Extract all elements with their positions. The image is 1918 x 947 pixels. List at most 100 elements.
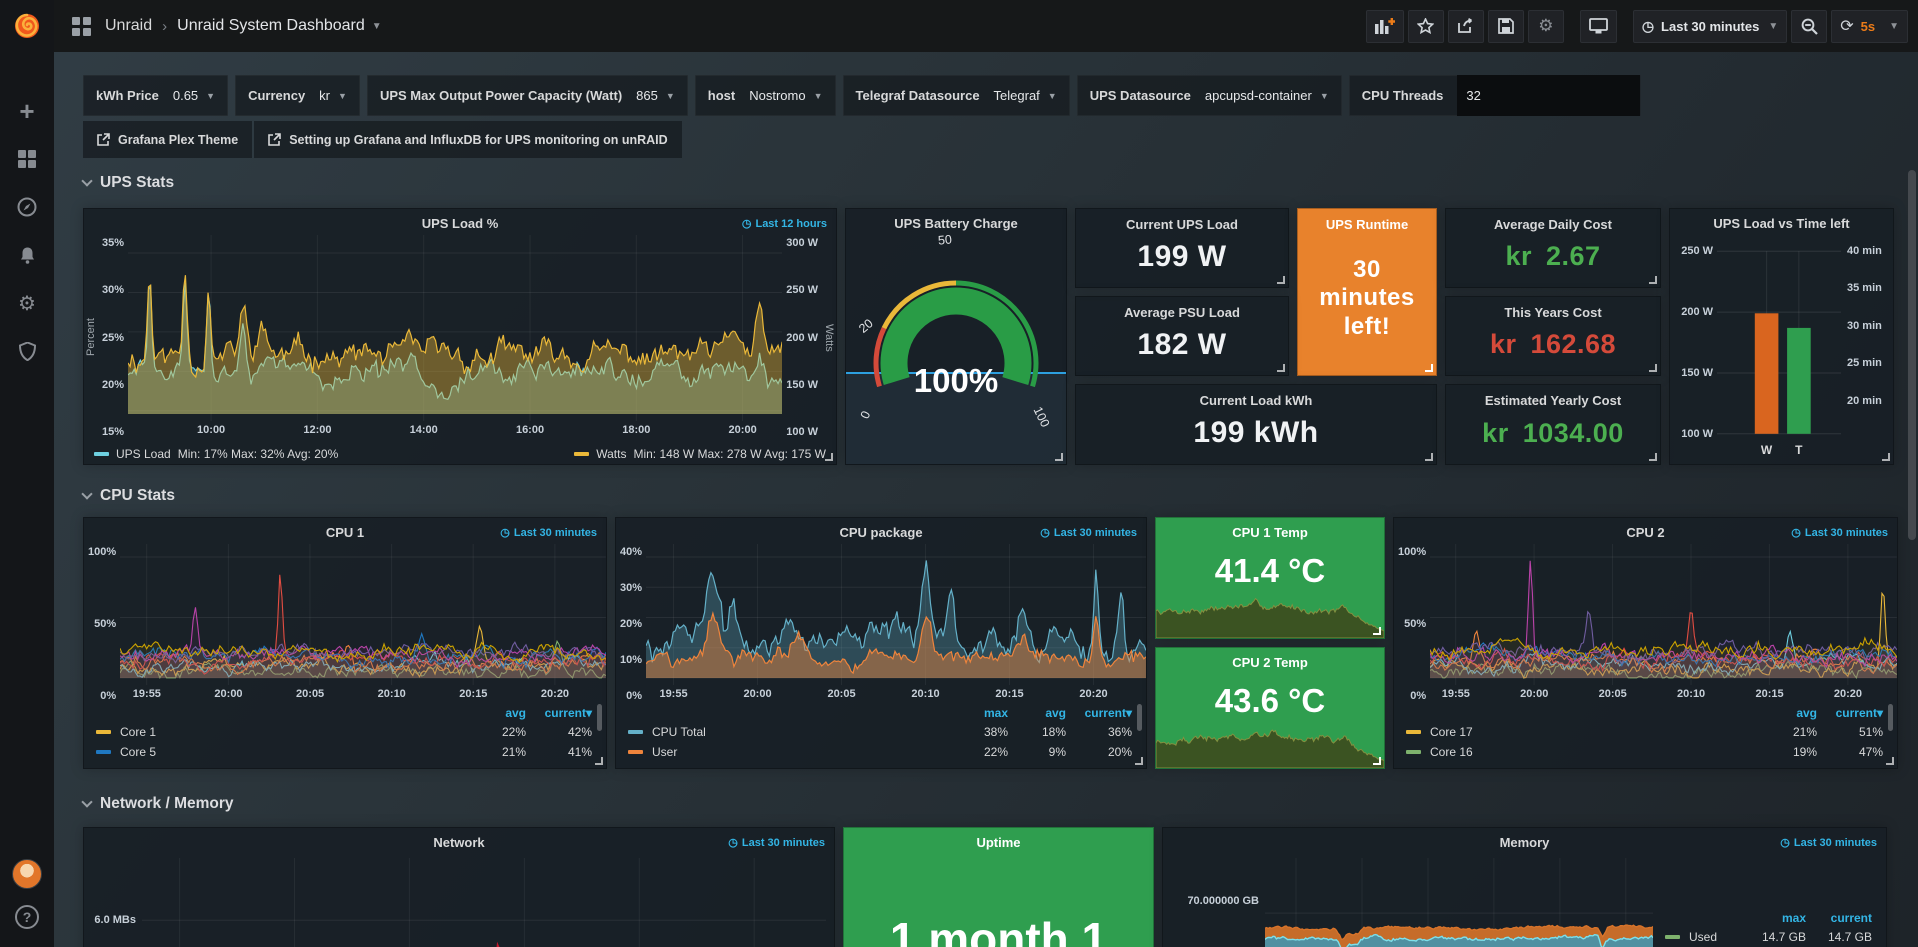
legend-col-header[interactable]: avg: [1759, 706, 1817, 720]
cpu2-chart[interactable]: [1430, 544, 1897, 685]
zoom-out-button[interactable]: [1791, 10, 1827, 43]
time-range-badge[interactable]: ◷ Last 12 hours: [742, 217, 827, 230]
y-tick: 20%: [102, 379, 124, 391]
star-button[interactable]: [1408, 10, 1444, 43]
time-range-badge[interactable]: ◷Last 30 minutes: [1791, 526, 1888, 539]
legend-row[interactable]: Core 1 22% 42%: [96, 722, 592, 742]
panel-title[interactable]: UPS Battery Charge: [846, 209, 1066, 231]
panel-title[interactable]: UPS Load %: [84, 209, 836, 231]
legend-col-header[interactable]: current▾: [1066, 706, 1132, 720]
cpu-package-chart[interactable]: [646, 544, 1146, 685]
link-grafana-plex-theme[interactable]: Grafana Plex Theme: [83, 121, 252, 158]
section-network-memory[interactable]: Network / Memory: [83, 787, 1898, 821]
dashboard-grid-icon[interactable]: [72, 17, 91, 36]
var-currency[interactable]: Currency kr ▼: [235, 75, 360, 116]
share-button[interactable]: [1448, 10, 1484, 43]
legend-col-header[interactable]: current: [1806, 911, 1872, 925]
var-ups-max-output[interactable]: UPS Max Output Power Capacity (Watt) 865…: [367, 75, 688, 116]
legend-col-header[interactable]: avg: [1008, 706, 1066, 720]
panel-title[interactable]: UPS Runtime: [1326, 209, 1408, 232]
refresh-button[interactable]: ⟳ 5s ▼: [1831, 10, 1908, 43]
stat-value: kr 2.67: [1505, 232, 1600, 287]
section-ups-stats[interactable]: UPS Stats: [83, 166, 1898, 200]
panel-title[interactable]: Average Daily Cost: [1494, 209, 1612, 232]
legend-watts[interactable]: Watts Min: 148 W Max: 278 W Avg: 175 W: [574, 447, 826, 461]
legend-scrollbar[interactable]: [597, 704, 602, 731]
legend-value: 36%: [1066, 725, 1132, 739]
grafana-logo[interactable]: [0, 0, 54, 52]
var-host[interactable]: host Nostromo ▼: [695, 75, 836, 116]
ups-bars-chart[interactable]: [1717, 237, 1841, 442]
title-caret-icon[interactable]: ▼: [372, 21, 382, 32]
server-admin-shield-icon[interactable]: [16, 340, 38, 362]
x-tick: 20:00: [214, 688, 242, 700]
memory-chart[interactable]: [1265, 858, 1653, 947]
legend-col-header[interactable]: current▾: [1817, 706, 1883, 720]
save-button[interactable]: [1488, 10, 1524, 43]
time-range-badge[interactable]: ◷Last 30 minutes: [728, 836, 825, 849]
time-range-badge[interactable]: ◷Last 30 minutes: [1780, 836, 1877, 849]
panel-title[interactable]: Memory: [1163, 828, 1886, 850]
alerting-bell-icon[interactable]: [16, 244, 38, 266]
time-range-picker[interactable]: ◷ Last 30 minutes ▼: [1633, 10, 1787, 43]
section-cpu-stats[interactable]: CPU Stats: [83, 479, 1898, 513]
var-telegraf-datasource[interactable]: Telegraf Datasource Telegraf ▼: [843, 75, 1070, 116]
cpu-threads-input[interactable]: [1457, 75, 1640, 116]
x-tick: 19:55: [659, 688, 687, 700]
var-ups-datasource[interactable]: UPS Datasource apcupsd-container ▼: [1077, 75, 1342, 116]
panel-title[interactable]: Current Load kWh: [1200, 385, 1313, 408]
tv-cycle-button[interactable]: [1580, 10, 1617, 43]
panel-title[interactable]: CPU 1 Temp: [1156, 518, 1384, 540]
create-plus-icon[interactable]: +: [16, 100, 38, 122]
configuration-gear-icon[interactable]: ⚙: [16, 292, 38, 314]
time-range-badge[interactable]: ◷Last 30 minutes: [1040, 526, 1137, 539]
y-axis-labels: 100%50%0%: [84, 544, 120, 704]
ups-load-chart[interactable]: [128, 235, 782, 421]
dashboard-title[interactable]: Unraid System Dashboard: [177, 17, 365, 35]
explore-compass-icon[interactable]: [16, 196, 38, 218]
badge-label: Last 30 minutes: [1805, 527, 1888, 539]
legend-scrollbar[interactable]: [1888, 704, 1893, 731]
legend-row[interactable]: Core 17 21% 51%: [1406, 722, 1883, 742]
cpu1-chart[interactable]: [120, 544, 606, 685]
legend-col-header[interactable]: avg: [468, 706, 526, 720]
legend-row[interactable]: Used 14.7 GB 14.7 GB: [1665, 927, 1872, 947]
uptime-value: 1 month 1: [844, 912, 1153, 947]
legend-ups-load[interactable]: UPS Load Min: 17% Max: 32% Avg: 20%: [94, 447, 338, 461]
page-scrollbar[interactable]: [1908, 170, 1916, 540]
legend-scrollbar[interactable]: [1137, 704, 1142, 731]
legend-col-header[interactable]: max: [950, 706, 1008, 720]
clock-icon: ◷: [1040, 526, 1050, 539]
legend-row[interactable]: CPU Total 38% 18% 36%: [628, 722, 1132, 742]
panel-title[interactable]: Current UPS Load: [1126, 209, 1238, 232]
panel-title[interactable]: Uptime: [844, 828, 1153, 850]
panel-title[interactable]: CPU 2 Temp: [1156, 648, 1384, 670]
x-tick: 20:05: [1599, 688, 1627, 700]
legend-col-header[interactable]: max: [1748, 911, 1806, 925]
legend-row[interactable]: Core 16 19% 47%: [1406, 742, 1883, 762]
legend-name: Core 5: [120, 745, 156, 759]
breadcrumb-app[interactable]: Unraid: [105, 17, 152, 35]
dashboards-icon[interactable]: [16, 148, 38, 170]
chart-legend: avg current▾ Core 17 21% 51% Core 16: [1394, 703, 1897, 766]
user-avatar[interactable]: [12, 859, 42, 889]
panel-title[interactable]: Network: [84, 828, 834, 850]
panel-title[interactable]: Estimated Yearly Cost: [1485, 385, 1621, 408]
panel-title[interactable]: UPS Load vs Time left: [1670, 209, 1893, 231]
link-ups-monitoring-guide[interactable]: Setting up Grafana and InfluxDB for UPS …: [254, 121, 681, 158]
var-kwh-price[interactable]: kWh Price 0.65 ▼: [83, 75, 228, 116]
panel-title[interactable]: Average PSU Load: [1124, 297, 1240, 320]
help-icon[interactable]: ?: [15, 905, 39, 929]
legend-row[interactable]: User 22% 9% 20%: [628, 742, 1132, 762]
panel-title[interactable]: This Years Cost: [1504, 297, 1601, 320]
legend-col-header[interactable]: current▾: [526, 706, 592, 720]
external-link-icon: [97, 133, 110, 146]
time-range-badge[interactable]: ◷Last 30 minutes: [500, 526, 597, 539]
clock-icon: ◷: [1642, 18, 1654, 35]
settings-gear-button[interactable]: ⚙: [1528, 10, 1564, 43]
legend-row[interactable]: Core 5 21% 41%: [96, 742, 592, 762]
stat-value: 30 minutes left!: [1298, 232, 1436, 375]
add-panel-button[interactable]: [1366, 10, 1404, 43]
network-chart[interactable]: [142, 858, 826, 947]
x-tick: 14:00: [410, 424, 438, 436]
